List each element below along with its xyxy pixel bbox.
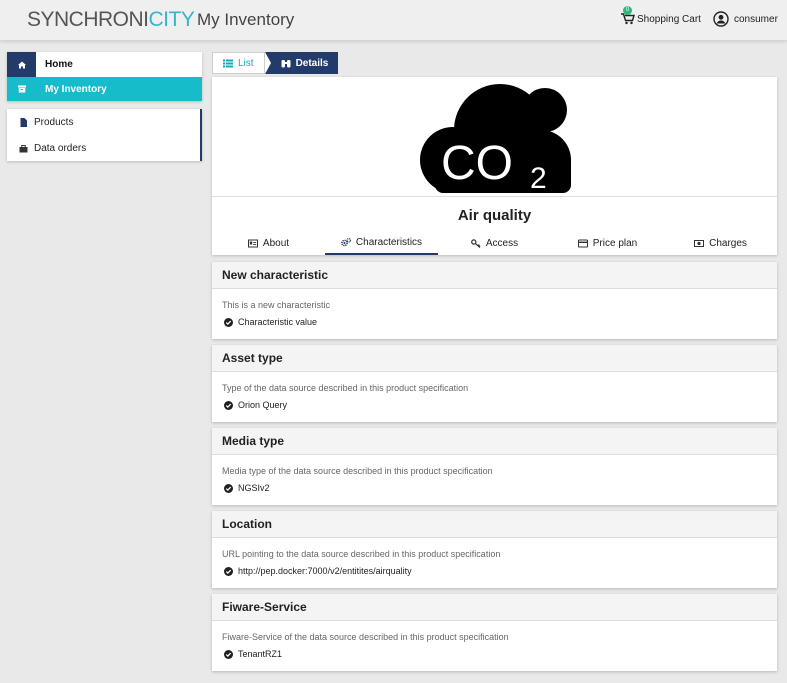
check-circle-icon xyxy=(224,566,233,576)
characteristic-description: Fiware-Service of the data source descri… xyxy=(222,632,509,642)
shopping-cart-button[interactable]: 0 Shopping Cart xyxy=(621,6,701,25)
characteristic-value-text: TenantRZ1 xyxy=(238,649,283,659)
tab-characteristics[interactable]: Characteristics xyxy=(325,231,438,255)
characteristic-description: This is a new characteristic xyxy=(222,300,331,310)
characteristic-value: NGSIv2 xyxy=(224,483,270,493)
characteristic-card: Fiware-Service Fiware-Service of the dat… xyxy=(212,594,777,671)
characteristic-value-text: NGSIv2 xyxy=(238,483,270,493)
sidebar-item-my-inventory[interactable]: My Inventory xyxy=(7,77,202,101)
credit-card-icon xyxy=(577,239,588,247)
characteristic-title: Location xyxy=(212,511,777,538)
characteristic-title: Asset type xyxy=(212,345,777,372)
characteristic-description: Media type of the data source described … xyxy=(222,466,493,476)
tab-list[interactable]: List xyxy=(212,52,265,74)
characteristic-card: Location URL pointing to the data source… xyxy=(212,511,777,588)
cart-count-badge: 0 xyxy=(623,6,632,15)
sidebar-secondary: Products Data orders xyxy=(7,109,202,161)
user-circle-icon xyxy=(713,11,729,27)
synchronicity-logo[interactable]: SYNCHRONICITY xyxy=(27,8,195,32)
user-menu[interactable]: consumer xyxy=(713,11,778,27)
sidebar-item-data-orders[interactable]: Data orders xyxy=(7,135,200,161)
tab-price-plan[interactable]: Price plan xyxy=(551,231,664,255)
sidebar-item-label: Data orders xyxy=(34,142,87,154)
id-card-icon xyxy=(247,239,258,247)
characteristic-description: Type of the data source described in thi… xyxy=(222,383,469,393)
tab-access[interactable]: Access xyxy=(438,231,551,255)
view-tabs: List Details xyxy=(212,52,339,74)
tab-details[interactable]: Details xyxy=(264,52,339,74)
user-label: consumer xyxy=(734,13,778,25)
sidebar-item-label: My Inventory xyxy=(45,83,107,95)
home-icon xyxy=(7,52,36,77)
sidebar-item-home[interactable]: Home xyxy=(7,52,202,77)
tab-list-label: List xyxy=(238,57,254,69)
characteristic-description: URL pointing to the data source describe… xyxy=(222,549,501,559)
tab-charges[interactable]: Charges xyxy=(664,231,777,255)
logo-main-text: SYNCHRONI xyxy=(27,8,149,31)
product-image: CO 2 xyxy=(212,77,777,197)
check-circle-icon xyxy=(224,483,233,493)
check-circle-icon xyxy=(224,317,233,327)
co2-text: CO xyxy=(441,137,513,190)
list-icon xyxy=(223,59,233,67)
characteristic-value-text: Orion Query xyxy=(238,400,288,410)
characteristic-value: Characteristic value xyxy=(224,317,317,327)
tab-about[interactable]: About xyxy=(212,231,325,255)
characteristic-title: Media type xyxy=(212,428,777,455)
bag-icon xyxy=(19,144,28,152)
page-title: My Inventory xyxy=(197,10,295,29)
money-icon xyxy=(694,239,705,247)
check-circle-icon xyxy=(224,649,233,659)
top-bar: SYNCHRONICITY My Inventory 0 Shopping Ca… xyxy=(0,0,787,41)
key-icon xyxy=(470,238,481,248)
product-name: Air quality xyxy=(457,207,532,224)
detail-tabs: About Characteristics Access Price plan … xyxy=(212,231,777,255)
characteristic-value: Orion Query xyxy=(224,400,287,410)
characteristic-value-text: Characteristic value xyxy=(238,317,318,327)
characteristic-title: Fiware-Service xyxy=(212,594,777,621)
tab-label: Characteristics xyxy=(355,236,423,248)
sidebar-item-label: Products xyxy=(34,116,74,128)
characteristic-card: Asset type Type of the data source descr… xyxy=(212,345,777,422)
tab-details-label: Details xyxy=(295,57,329,69)
file-icon xyxy=(20,117,27,127)
characteristic-value-text: http://pep.docker:7000/v2/entitites/airq… xyxy=(238,566,412,576)
sidebar-primary: Home My Inventory xyxy=(7,52,202,101)
co2-subscript: 2 xyxy=(530,162,547,195)
characteristic-value: TenantRZ1 xyxy=(224,649,282,659)
characteristic-card: Media type Media type of the data source… xyxy=(212,428,777,505)
characteristic-value: http://pep.docker:7000/v2/entitites/airq… xyxy=(224,566,412,576)
tab-label: Charges xyxy=(709,237,747,249)
characteristic-title: New characteristic xyxy=(212,262,777,289)
co2-cloud-icon: CO 2 xyxy=(420,84,571,195)
cogs-icon xyxy=(341,237,351,246)
logo-accent-text: CITY xyxy=(148,8,195,31)
characteristic-card: New characteristic This is a new charact… xyxy=(212,262,777,339)
sidebar-item-label: Home xyxy=(45,59,73,70)
tab-label: Access xyxy=(485,237,519,249)
binoculars-icon xyxy=(281,59,291,67)
cart-label: Shopping Cart xyxy=(637,13,701,25)
tab-label: About xyxy=(262,237,290,249)
archive-icon xyxy=(7,77,36,101)
tab-label: Price plan xyxy=(592,237,638,249)
sidebar-item-products[interactable]: Products xyxy=(7,109,200,135)
check-circle-icon xyxy=(224,400,233,410)
product-hero: CO 2 Air quality About Characteristics A… xyxy=(212,77,777,255)
